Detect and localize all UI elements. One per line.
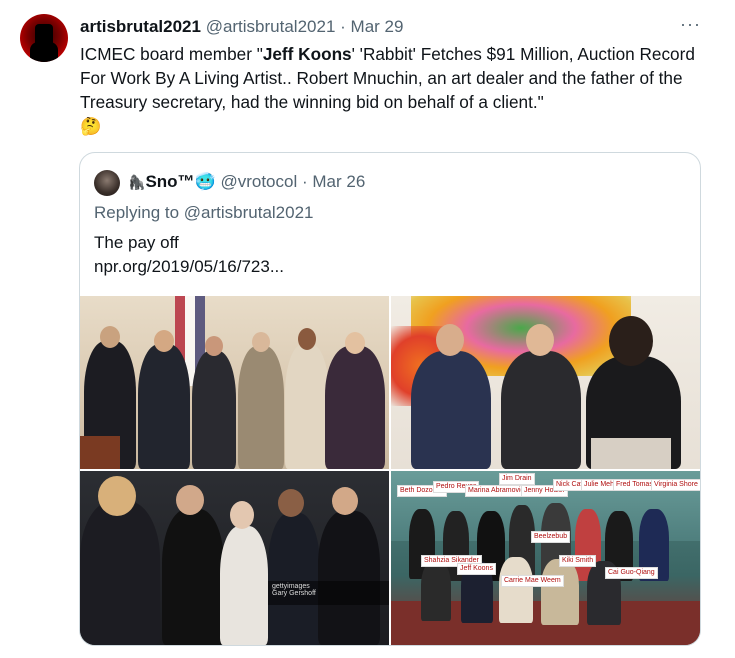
quote-separator-dot: · [301, 172, 308, 191]
quote-text-line1: The pay off [94, 233, 179, 252]
label-kiki-smith: Kiki Smith [559, 555, 597, 567]
author-avatar[interactable] [20, 14, 68, 62]
quote-header: 🦍Sno™🥶 @vrotocol · Mar 26 [128, 171, 365, 193]
photo-medal-ceremony[interactable] [80, 296, 389, 469]
photo-red-carpet[interactable]: gettyimages Gary Gershoff [80, 471, 389, 645]
quote-link[interactable]: npr.org/2019/05/16/723... [94, 255, 284, 279]
label-cai-guo-qiang: Cai Guo-Qiang [605, 567, 658, 579]
quoted-tweet[interactable]: 🦍Sno™🥶 @vrotocol · Mar 26 Replying to @a… [79, 152, 701, 646]
tweet-text-part1: ICMEC board member " [80, 44, 263, 64]
getty-credit: Gary Gershoff [272, 590, 316, 597]
getty-watermark-text: gettyimages [272, 583, 310, 590]
label-virginia-shore: Virginia Shore [651, 479, 700, 491]
photo-labeled-group[interactable]: Beth Dozoretz Pedro Reyes Marina Abramov… [391, 471, 700, 645]
author-name[interactable]: artisbrutal2021 [80, 17, 201, 36]
quote-date[interactable]: Mar 26 [312, 172, 365, 191]
avatar-figure-body [30, 42, 58, 62]
quote-author-handle[interactable]: @vrotocol [220, 172, 297, 191]
label-carrie-mae-weem: Carrie Mae Weem [501, 575, 564, 587]
quote-author-name[interactable]: Sno™ [145, 172, 194, 191]
label-jeff-koons: Jeff Koons [457, 563, 496, 575]
replying-to: Replying to @artisbrutal2021 [94, 203, 314, 222]
author-handle[interactable]: @artisbrutal2021 [206, 17, 336, 36]
gorilla-emoji: 🦍 [128, 174, 146, 190]
thinking-emoji: 🤔 [80, 116, 102, 136]
label-jim-drain: Jim Drain [499, 473, 535, 485]
cold-face-emoji: 🥶 [194, 172, 216, 191]
quote-text: The pay off npr.org/2019/05/16/723... [94, 231, 284, 279]
tweet-date[interactable]: Mar 29 [351, 17, 404, 36]
more-options-icon[interactable]: ··· [680, 14, 701, 35]
tweet-header: artisbrutal2021 @artisbrutal2021 · Mar 2… [80, 16, 403, 38]
tweet-text-bold: Jeff Koons [262, 44, 352, 64]
photo-interview[interactable] [391, 296, 700, 469]
label-marina-abramovic: Marina Abramovic [465, 485, 528, 497]
tweet-text: ICMEC board member "Jeff Koons' 'Rabbit'… [80, 42, 700, 138]
quote-author-avatar[interactable] [94, 170, 120, 196]
separator-dot: · [340, 17, 346, 36]
label-beelzebub: Beelzebub [531, 531, 571, 543]
getty-watermark: gettyimages Gary Gershoff [268, 581, 389, 605]
